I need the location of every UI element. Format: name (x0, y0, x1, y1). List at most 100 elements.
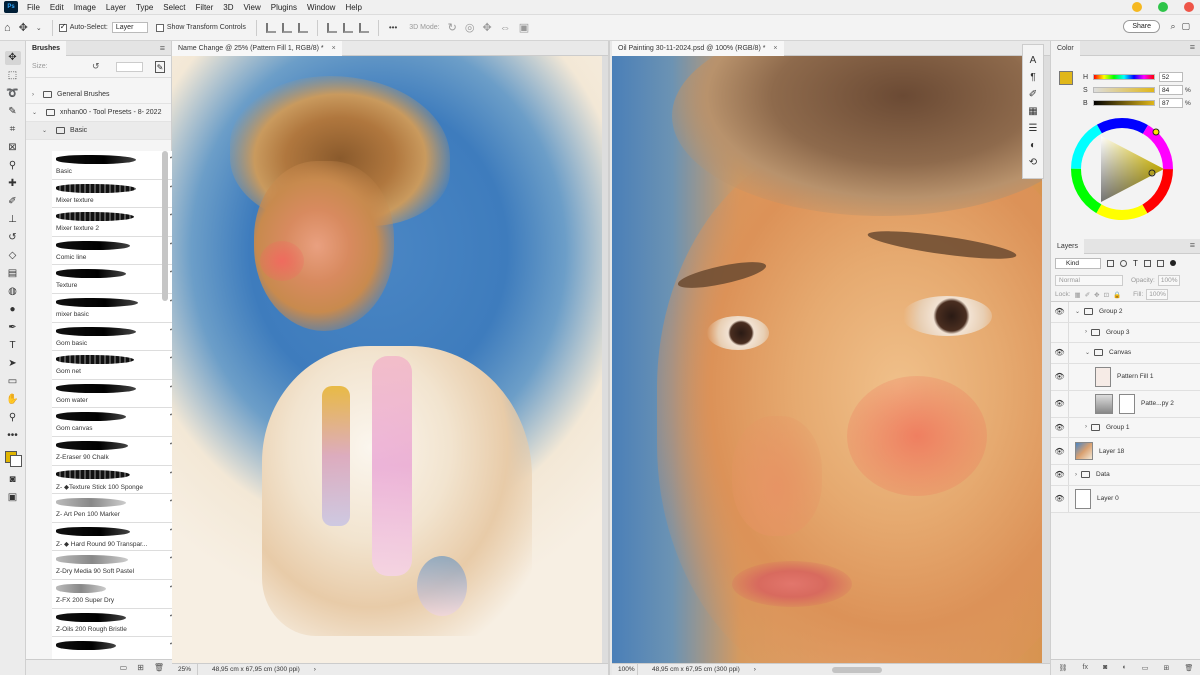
crop-tool-icon[interactable]: ⌗ (5, 123, 21, 137)
horizontal-scrollbar[interactable] (832, 667, 882, 673)
close-icon[interactable]: × (332, 45, 336, 52)
hue-input[interactable]: 52 (1159, 72, 1183, 82)
menu-filter[interactable]: Filter (191, 0, 219, 15)
chevron-right-icon[interactable]: › (1085, 424, 1087, 430)
eyedropper-tool-icon[interactable]: ⚲ (5, 159, 21, 173)
brightness-input[interactable]: 87 (1159, 98, 1183, 108)
chevron-down-icon[interactable]: ⌄ (42, 127, 47, 134)
chevron-down-icon[interactable]: ⌄ (36, 24, 42, 32)
foreground-color-swatch[interactable] (1059, 71, 1073, 85)
delete-icon[interactable]: 🗑 (154, 663, 164, 672)
brush-group-basic[interactable]: ⌄ Basic (26, 122, 171, 140)
character-icon[interactable]: A (1030, 55, 1037, 66)
brush-preset[interactable]: mixer basic✓ (52, 293, 178, 323)
adjustments-icon[interactable]: ☰ (1029, 123, 1038, 134)
marquee-tool-icon[interactable]: ⬚ (5, 69, 21, 83)
hue-slider[interactable] (1093, 74, 1155, 80)
brush-preset[interactable]: Z-Oils 200 Rough Bristle✓ (52, 608, 178, 638)
brush-list-scrollbar[interactable] (162, 151, 168, 301)
3d-scale-icon[interactable]: ▣ (519, 21, 529, 34)
brushes-tab[interactable]: Brushes (26, 40, 67, 56)
layer-style-icon[interactable]: fx (1083, 664, 1088, 671)
zoom-tool-icon[interactable]: ⚲ (5, 411, 21, 425)
brush-preset[interactable]: Z- ◆Texture Stick 100 Sponge✓ (52, 465, 178, 495)
pen-tool-icon[interactable]: ✒ (5, 321, 21, 335)
brush-preset[interactable]: Z-Dry Media 90 Soft Pastel✓ (52, 551, 178, 580)
move-tool-icon[interactable]: ✥ (4, 51, 21, 65)
align-bottom-icon[interactable] (358, 22, 369, 33)
visibility-eye-icon[interactable]: 👁 (1051, 417, 1069, 437)
new-group-icon[interactable]: ▭ (120, 663, 128, 672)
opacity-input[interactable]: 100% (1157, 274, 1180, 286)
auto-select-checkbox[interactable] (58, 22, 67, 32)
align-left-icon[interactable] (265, 22, 276, 33)
menu-3d[interactable]: 3D (218, 0, 238, 15)
visibility-eye-icon[interactable]: 👁 (1051, 465, 1069, 485)
menu-window[interactable]: Window (302, 0, 340, 15)
chevron-right-icon[interactable]: › (1085, 329, 1087, 335)
panel-menu-icon[interactable]: ≡ (1190, 42, 1195, 52)
delete-layer-icon[interactable]: 🗑 (1185, 664, 1194, 672)
add-mask-icon[interactable]: ◙ (1103, 664, 1107, 671)
maximize-button[interactable] (1158, 2, 1168, 12)
layers-tab[interactable]: Layers (1051, 238, 1085, 254)
adjustment-filter-icon[interactable] (1120, 259, 1127, 267)
chevron-down-icon[interactable]: ⌄ (1085, 349, 1090, 356)
chevron-right-icon[interactable]: › (1075, 472, 1077, 478)
layer-row[interactable]: 👁 Layer 18 (1051, 438, 1200, 465)
layer-row[interactable]: 👁 › Group 1 (1051, 417, 1200, 438)
visibility-eye-icon[interactable]: 👁 (1051, 343, 1069, 363)
menu-file[interactable]: File (22, 0, 45, 15)
visibility-eye-icon[interactable]: 👁 (1051, 438, 1069, 464)
3d-roll-icon[interactable]: ◎ (465, 21, 475, 34)
search-icon[interactable]: ⌕ (1170, 21, 1175, 32)
chevron-right-icon[interactable]: › (314, 666, 316, 673)
layer-row[interactable]: 👁 › Group 3 (1051, 322, 1200, 343)
chevron-right-icon[interactable]: › (754, 666, 756, 673)
blur-tool-icon[interactable]: ◍ (5, 285, 21, 299)
layer-row[interactable]: 👁 ⌄ Group 2 (1051, 302, 1200, 323)
layer-row[interactable]: 👁 ⌄ Canvas (1051, 343, 1200, 364)
quick-mask-icon[interactable]: ◙ (5, 473, 21, 487)
visibility-eye-icon[interactable]: 👁 (1051, 302, 1069, 322)
new-brush-icon[interactable]: ⊞ (137, 663, 144, 672)
saturation-input[interactable]: 84 (1159, 85, 1183, 95)
auto-select-dropdown[interactable]: Layer (111, 22, 148, 33)
lock-pixels-icon[interactable]: ▦ (1075, 291, 1081, 299)
document-tab[interactable]: Name Change @ 25% (Pattern Fill 1, RGB/8… (172, 41, 342, 56)
layer-row[interactable]: 👁 Pattern Fill 1 (1051, 363, 1200, 391)
zoom-level[interactable]: 100% (612, 663, 638, 675)
color-wheel[interactable] (1069, 116, 1175, 222)
transform-controls-checkbox[interactable] (155, 23, 164, 32)
panel-menu-icon[interactable]: ≡ (160, 43, 165, 53)
layer-row[interactable]: 👁 › Data (1051, 465, 1200, 486)
brush-group-general[interactable]: › General Brushes (26, 86, 171, 104)
move-tool-icon[interactable]: ✥ (19, 21, 28, 34)
layer-row[interactable]: 👁 Patte...py 2 (1051, 390, 1200, 418)
workspace-icon[interactable]: ▢ (1181, 21, 1190, 32)
fill-input[interactable]: 100% (1146, 289, 1169, 300)
new-layer-icon[interactable]: ⊞ (1164, 664, 1170, 672)
dodge-tool-icon[interactable]: ● (5, 303, 21, 317)
layer-row[interactable]: 👁 Layer 0 (1051, 485, 1200, 513)
brush-preset[interactable]: Z-FX 200 Super Dry✓ (52, 579, 178, 609)
edit-toolbar-icon[interactable]: ••• (5, 429, 21, 443)
quick-select-tool-icon[interactable]: ✎ (5, 105, 21, 119)
canvas[interactable] (172, 56, 602, 663)
brush-preset[interactable]: Basic✓ (52, 151, 178, 180)
menu-plugins[interactable]: Plugins (266, 0, 302, 15)
properties-icon[interactable]: ◐ (1030, 140, 1036, 151)
swatches-icon[interactable]: ▦ (1028, 106, 1037, 117)
menu-select[interactable]: Select (158, 0, 190, 15)
brightness-slider[interactable] (1093, 100, 1155, 106)
brush-preset[interactable]: Gom water✓ (52, 379, 178, 409)
eraser-tool-icon[interactable]: ◇ (5, 249, 21, 263)
kind-filter-dropdown[interactable]: Kind (1055, 257, 1101, 269)
3d-rotate-icon[interactable]: ↻ (448, 21, 457, 34)
brush-preset[interactable]: Gom net✓ (52, 351, 178, 380)
brush-preset[interactable]: Z- ◆ Hard Round 90 Transpar...✓ (52, 522, 178, 552)
visibility-eye-icon[interactable]: 👁 (1051, 390, 1069, 417)
smart-object-filter-icon[interactable] (1156, 259, 1164, 267)
share-button[interactable]: Share (1123, 20, 1160, 33)
pixel-filter-icon[interactable] (1107, 259, 1114, 267)
